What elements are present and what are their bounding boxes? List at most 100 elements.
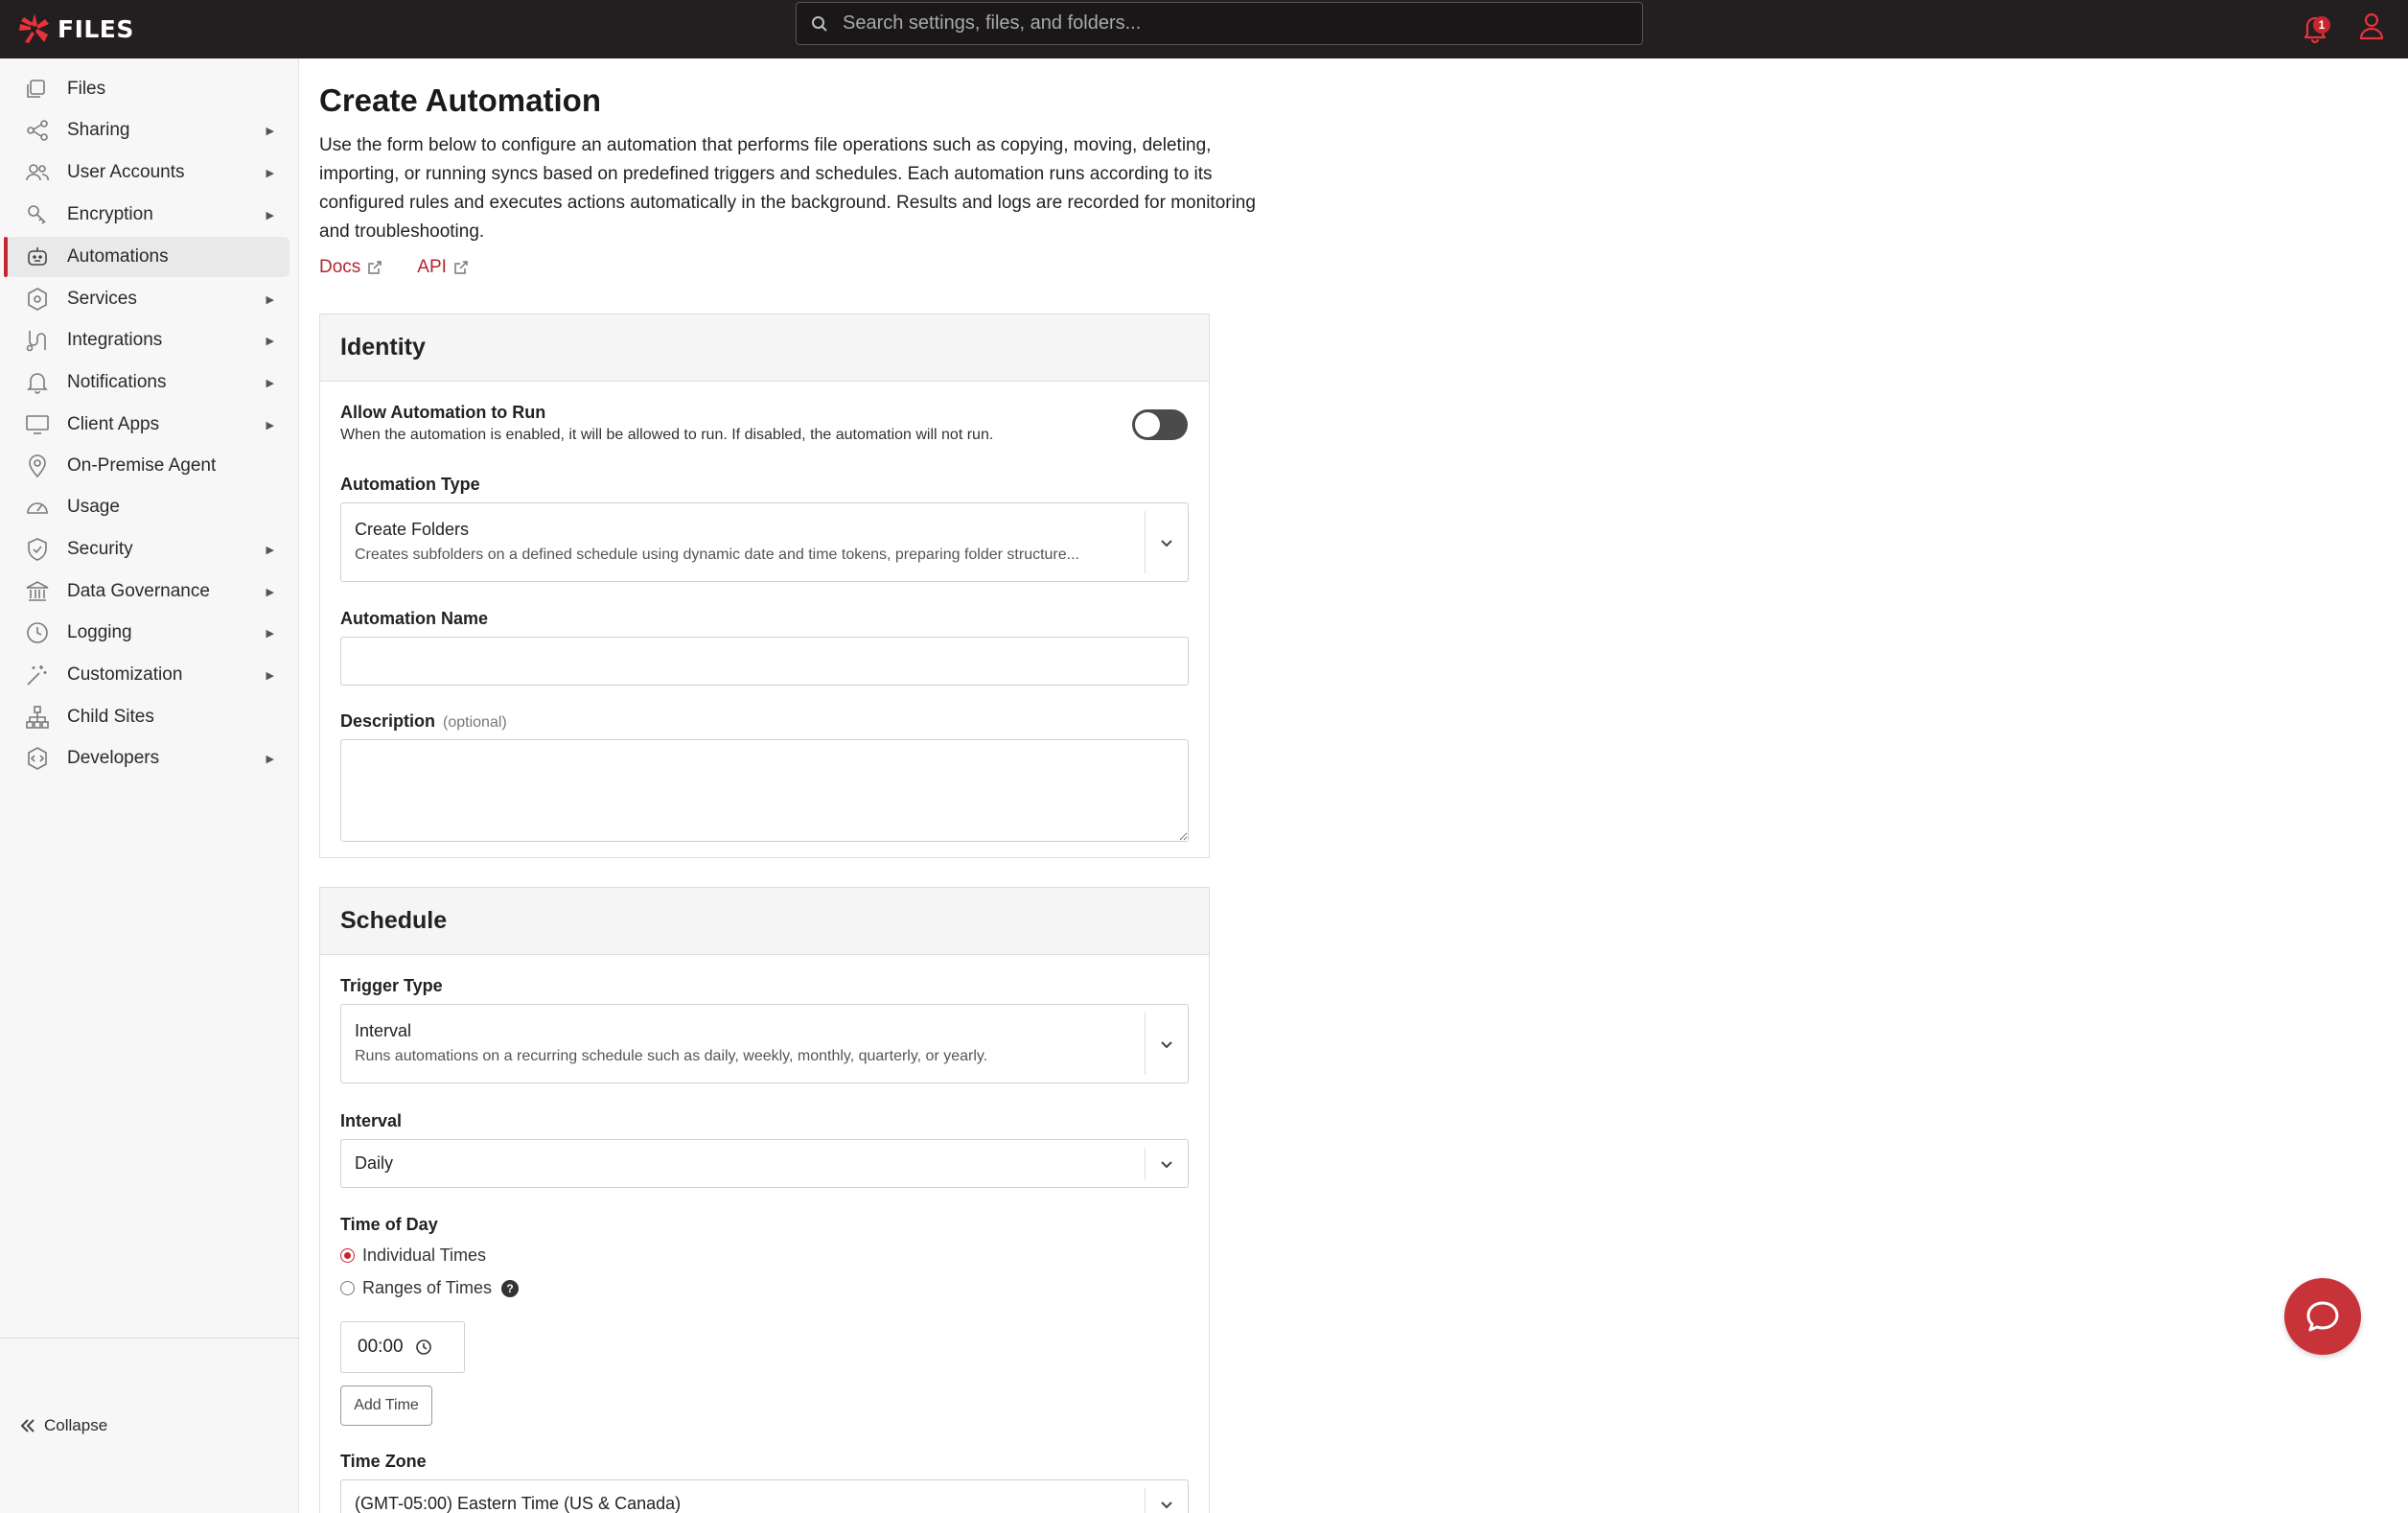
integrations-icon [26, 331, 46, 352]
sidebar-item-label: Usage [67, 497, 120, 517]
select-separator [1145, 511, 1146, 573]
individual-times-option[interactable]: Individual Times [340, 1245, 486, 1266]
sidebar-item-data-governance[interactable]: Data Governance ▶ [6, 571, 289, 612]
sidebar-item-label: On-Premise Agent [67, 455, 217, 476]
user-account-icon[interactable] [2358, 12, 2385, 40]
gauge-icon [27, 502, 48, 514]
identity-heading: Identity [320, 314, 1209, 382]
automation-name-label: Automation Name [340, 609, 489, 628]
description-label: Description (optional) [340, 711, 507, 732]
description-label-text: Description [340, 711, 436, 731]
sidebar: Files Sharing ▶ User Accounts ▶ Encrypti… [0, 58, 299, 1513]
trigger-type-label: Trigger Type [340, 976, 443, 995]
support-chat-button[interactable] [2284, 1278, 2361, 1355]
double-chevron-left-icon [20, 1419, 35, 1432]
page-description: Use the form below to configure an autom… [319, 135, 1256, 242]
page-title: Create Automation [319, 82, 601, 118]
trigger-type-select[interactable]: Interval Runs automations on a recurring… [340, 1004, 1189, 1083]
allow-automation-help: When the automation is enabled, it will … [340, 427, 994, 443]
trigger-type-description: Runs automations on a recurring schedule… [355, 1048, 988, 1064]
users-icon [26, 164, 49, 181]
docs-link[interactable]: Docs [319, 257, 382, 278]
help-question-icon[interactable]: ? [501, 1279, 520, 1297]
trigger-type-value: Interval [355, 1021, 412, 1040]
top-bar: FILES 1 [0, 0, 2408, 58]
expand-arrow-icon: ▶ [266, 586, 274, 598]
bank-icon [26, 581, 49, 601]
expand-arrow-icon: ▶ [266, 293, 274, 306]
api-link-label: API [417, 257, 447, 277]
sidebar-item-label: Encryption [67, 204, 153, 224]
collapse-sidebar-button[interactable]: Collapse [19, 1416, 107, 1435]
clock-icon[interactable] [415, 1338, 432, 1356]
sidebar-item-integrations[interactable]: Integrations ▶ [6, 320, 289, 361]
search-icon [812, 15, 827, 32]
chevron-down-icon [1161, 1041, 1172, 1049]
notification-count-badge: 1 [2313, 16, 2330, 34]
sidebar-item-label: Notifications [67, 372, 167, 392]
interval-select[interactable]: Daily [340, 1139, 1189, 1188]
collapse-label: Collapse [44, 1416, 108, 1434]
automation-type-description: Creates subfolders on a defined schedule… [355, 547, 1079, 563]
expand-arrow-icon: ▶ [266, 125, 274, 137]
ranges-of-times-label: Ranges of Times [362, 1278, 493, 1297]
sidebar-item-client-apps[interactable]: Client Apps ▶ [6, 405, 289, 445]
description-textarea[interactable] [340, 739, 1189, 842]
add-time-button[interactable]: Add Time [340, 1385, 432, 1426]
global-search[interactable] [796, 2, 1643, 45]
automation-type-select[interactable]: Create Folders Creates subfolders on a d… [340, 502, 1189, 582]
external-link-icon [454, 261, 468, 274]
sidebar-item-label: User Accounts [67, 162, 185, 182]
expand-arrow-icon: ▶ [266, 669, 274, 682]
sidebar-item-label: Services [67, 289, 137, 309]
sidebar-item-label: Sharing [67, 120, 130, 140]
time-input[interactable]: 00:00 [340, 1321, 465, 1373]
history-icon [27, 622, 48, 643]
files-logo[interactable]: FILES [17, 10, 134, 48]
sidebar-item-usage[interactable]: Usage [6, 487, 289, 527]
expand-arrow-icon: ▶ [266, 209, 274, 221]
files-logo-icon [19, 13, 49, 43]
identity-section: Identity Allow Automation to Run When th… [319, 314, 1210, 858]
sidebar-item-logging[interactable]: Logging ▶ [6, 613, 289, 653]
external-link-icon [368, 261, 382, 274]
schedule-heading: Schedule [320, 888, 1209, 955]
shield-icon [28, 538, 47, 561]
time-of-day-label: Time of Day [340, 1215, 438, 1234]
files-icon [27, 80, 45, 98]
wand-icon [27, 665, 47, 686]
sidebar-item-automations[interactable]: Automations [4, 237, 289, 277]
expand-arrow-icon: ▶ [266, 377, 274, 389]
chat-bubble-icon [2306, 1301, 2339, 1332]
code-icon [28, 747, 47, 770]
interval-label: Interval [340, 1111, 403, 1130]
sidebar-item-label: Client Apps [67, 414, 160, 434]
individual-times-radio[interactable] [340, 1248, 355, 1263]
sidebar-item-developers[interactable]: Developers ▶ [6, 738, 289, 779]
time-zone-select[interactable]: (GMT-05:00) Eastern Time (US & Canada) [340, 1479, 1189, 1513]
sidebar-item-child-sites[interactable]: Child Sites [6, 697, 289, 737]
sidebar-item-services[interactable]: Services ▶ [6, 279, 289, 319]
automation-type-label: Automation Type [340, 475, 480, 494]
select-separator [1145, 1488, 1146, 1513]
automation-name-input[interactable] [340, 637, 1189, 686]
sidebar-item-security[interactable]: Security ▶ [6, 529, 289, 570]
sidebar-item-label: Files [67, 79, 106, 99]
sidebar-item-customization[interactable]: Customization ▶ [6, 655, 289, 695]
sidebar-item-notifications[interactable]: Notifications ▶ [6, 362, 289, 403]
expand-arrow-icon: ▶ [266, 753, 274, 765]
api-link[interactable]: API [417, 257, 469, 278]
search-input[interactable] [843, 12, 1609, 35]
allow-automation-toggle[interactable] [1132, 409, 1188, 440]
automation-type-value: Create Folders [355, 520, 470, 539]
sidebar-item-sharing[interactable]: Sharing ▶ [6, 110, 289, 151]
sidebar-item-encryption[interactable]: Encryption ▶ [6, 195, 289, 235]
sidebar-item-label: Security [67, 539, 133, 559]
ranges-of-times-option[interactable]: Ranges of Times ? [340, 1278, 520, 1298]
sidebar-item-user-accounts[interactable]: User Accounts ▶ [6, 152, 289, 193]
expand-arrow-icon: ▶ [266, 544, 274, 556]
ranges-of-times-radio[interactable] [340, 1281, 355, 1295]
sidebar-item-files[interactable]: Files [6, 69, 289, 109]
sidebar-item-on-premise-agent[interactable]: On-Premise Agent [6, 446, 289, 486]
sitemap-icon [26, 706, 49, 729]
